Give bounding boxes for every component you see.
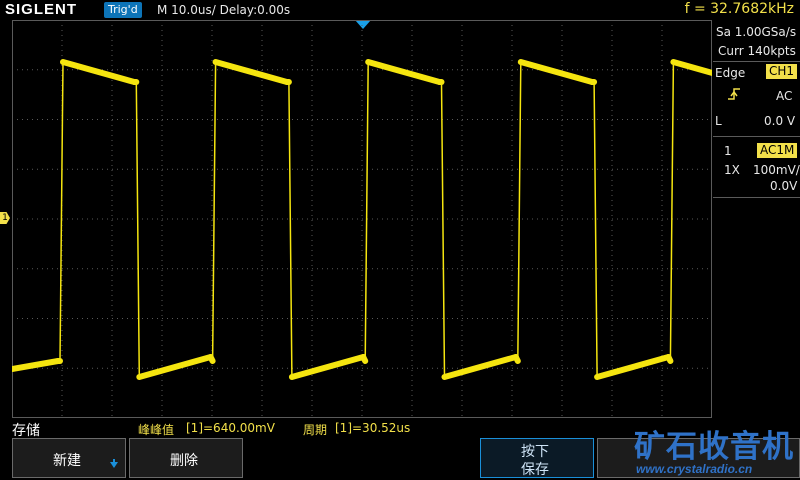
press-save-line2: 保存	[521, 462, 549, 478]
waveform-display[interactable]	[12, 20, 712, 418]
timebase-readout[interactable]: M 10.0us/ Delay:0.00s	[157, 3, 290, 17]
site-watermark: 矿石收音机 www.crystalradio.cn	[598, 421, 800, 480]
ch1-waveform-plateau	[360, 354, 369, 364]
ch1-waveform-plateau	[288, 354, 367, 380]
trigger-coupling[interactable]: AC	[776, 89, 792, 103]
memory-depth: Curr 140kpts	[718, 44, 796, 58]
brand-logo: SIGLENT	[5, 1, 78, 18]
sample-rate: Sa 1.00GSa/s	[716, 25, 797, 39]
ch1-waveform-plateau	[207, 354, 216, 364]
ch1-waveform-plateau	[365, 59, 443, 85]
delete-button-label: 删除	[170, 453, 198, 469]
arrow-down-icon	[110, 459, 118, 468]
channel-coupling-badge[interactable]: AC1M	[757, 143, 798, 158]
trigger-level-value[interactable]: 0.0 V	[764, 114, 795, 128]
top-status-bar: SIGLENT Trig'd M 10.0us/ Delay:0.00s f =…	[0, 0, 800, 20]
ch1-waveform-plateau	[665, 354, 674, 364]
ch1-waveform-plateau	[212, 59, 290, 85]
divider	[713, 136, 800, 137]
divider	[713, 197, 800, 198]
watermark-brand: 矿石收音机	[634, 429, 794, 465]
ch1-waveform-plateau	[670, 59, 712, 76]
measure-period-label: 周期	[303, 423, 328, 437]
press-save-button[interactable]: 按下 保存	[480, 438, 594, 478]
channel-offset: 0.0V	[770, 179, 798, 193]
volts-per-div[interactable]: 100mV/	[753, 163, 800, 177]
ch1-offset-marker[interactable]: 1	[0, 212, 10, 224]
press-save-line1: 按下	[521, 444, 549, 460]
new-button[interactable]: 新建	[12, 438, 126, 478]
ch1-waveform-plateau	[60, 59, 138, 85]
delete-button[interactable]: 删除	[129, 438, 243, 478]
ch1-waveform-plateau	[594, 354, 672, 380]
measure-period-value: [1]=30.52us	[335, 421, 411, 435]
channel-number: 1	[724, 144, 732, 158]
ch1-waveform-plateau	[136, 354, 214, 380]
right-info-panel: Sa 1.00GSa/s Curr 140kpts Edge CH1 AC L …	[713, 20, 800, 418]
ch1-waveform-plateau	[517, 59, 596, 85]
trigger-status-badge[interactable]: Trig'd	[104, 2, 142, 18]
divider	[713, 61, 800, 62]
new-button-label: 新建	[53, 453, 81, 469]
trigger-source-badge[interactable]: CH1	[766, 64, 798, 79]
ch1-waveform-plateau	[512, 354, 521, 364]
ch1-waveform-plateau	[12, 358, 61, 372]
trigger-type[interactable]: Edge	[715, 66, 745, 80]
rising-edge-icon	[728, 88, 740, 100]
measure-pkpk-value: [1]=640.00mV	[186, 421, 275, 435]
ch1-waveform-plateau	[441, 354, 519, 380]
watermark-url: www.crystalradio.cn	[636, 462, 753, 476]
frequency-counter: f = 32.7682kHz	[684, 1, 794, 17]
measure-pkpk-label: 峰峰值	[138, 423, 175, 437]
menu-title: 存储	[12, 423, 40, 439]
probe-attenuation[interactable]: 1X	[724, 163, 740, 177]
trigger-level-label: L	[715, 114, 722, 128]
